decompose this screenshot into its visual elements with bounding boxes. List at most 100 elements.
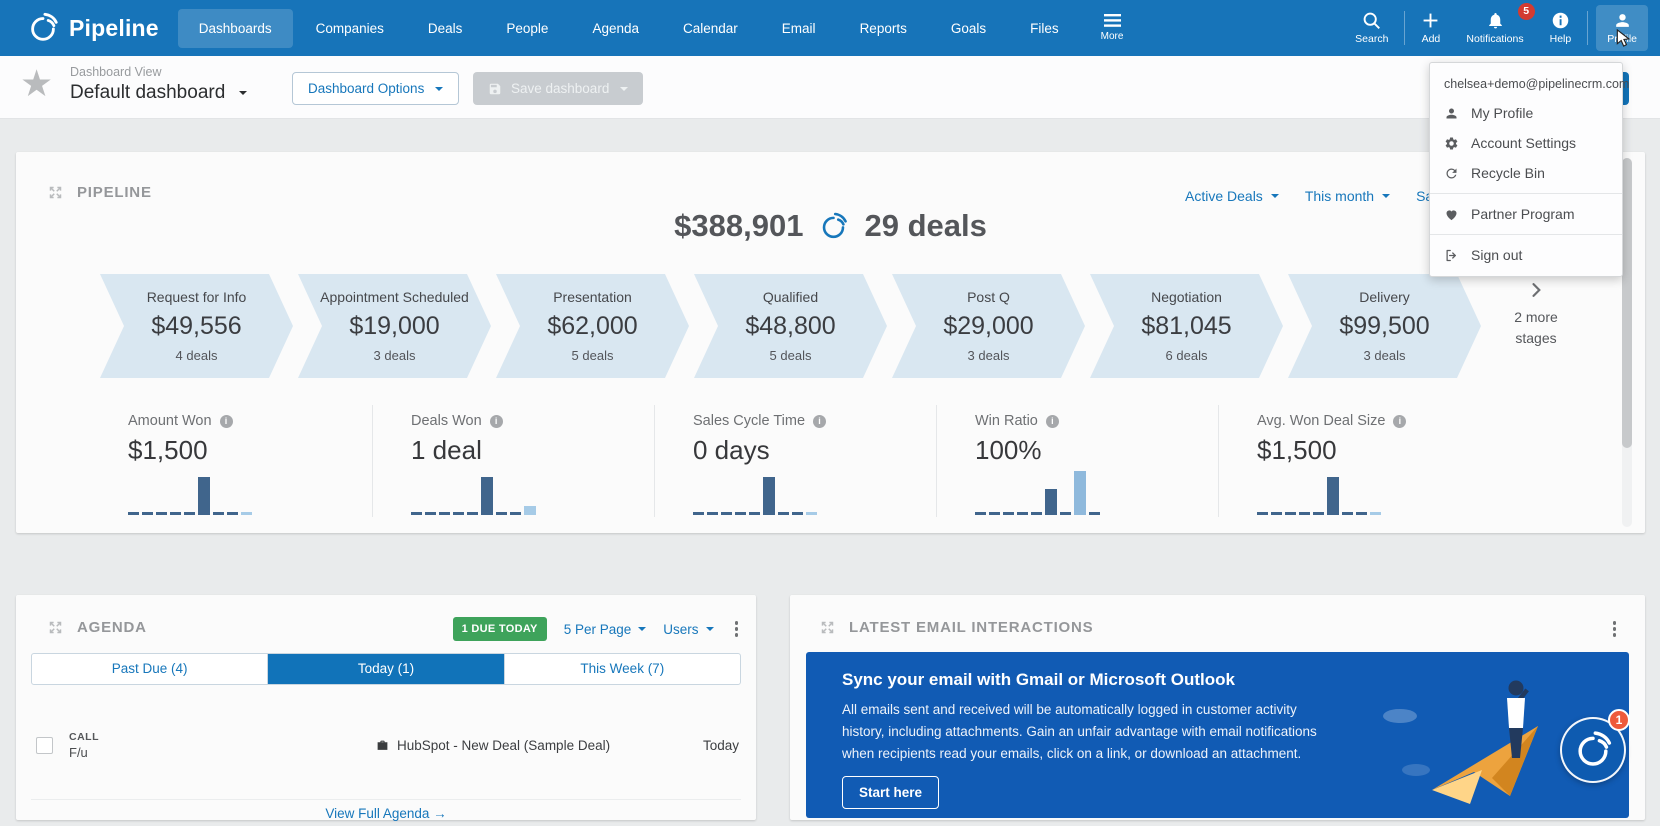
add-button[interactable]: Add xyxy=(1408,11,1453,45)
pipeline-logo-icon xyxy=(26,11,60,45)
info-icon[interactable]: i xyxy=(220,415,233,428)
email-interactions-widget: LATEST EMAIL INTERACTIONS Sync your emai… xyxy=(790,595,1645,820)
drag-move-icon[interactable] xyxy=(48,620,63,635)
top-nav: Pipeline Dashboards Companies Deals Peop… xyxy=(0,0,1660,56)
users-filter[interactable]: Users xyxy=(663,622,713,637)
divider xyxy=(1430,193,1622,194)
kebab-menu-icon[interactable] xyxy=(731,619,743,639)
metric-sparkline xyxy=(128,469,252,515)
nav-item-files[interactable]: Files xyxy=(1009,9,1080,48)
task-checkbox[interactable] xyxy=(36,737,53,754)
funnel-stage[interactable]: Request for Info $49,556 4 deals xyxy=(100,274,293,378)
pipeline-total-deals: 29 deals xyxy=(864,208,986,244)
task-deal-link[interactable]: HubSpot - New Deal (Sample Deal) xyxy=(376,738,610,753)
funnel-stage[interactable]: Appointment Scheduled $19,000 3 deals xyxy=(298,274,491,378)
menu-item-partner-program[interactable]: Partner Program xyxy=(1430,199,1622,229)
info-icon[interactable]: i xyxy=(1046,415,1059,428)
per-page-selector[interactable]: 5 Per Page xyxy=(564,622,647,637)
favorite-star-icon[interactable]: ★ xyxy=(20,62,53,105)
filter-deal-status[interactable]: Active Deals xyxy=(1185,188,1279,204)
funnel-stage[interactable]: Delivery $99,500 3 deals xyxy=(1288,274,1481,378)
mouse-cursor xyxy=(1614,29,1633,48)
drag-move-icon[interactable] xyxy=(48,185,63,200)
dashboard-view-selector[interactable]: Default dashboard xyxy=(70,82,247,104)
save-dashboard-button[interactable]: Save dashboard xyxy=(473,72,643,105)
info-icon xyxy=(1551,11,1570,30)
search-icon xyxy=(1362,11,1381,30)
tab-today[interactable]: Today (1) xyxy=(267,654,503,684)
dashboard-view-label: Dashboard View xyxy=(70,65,247,79)
chevron-down-icon xyxy=(435,87,443,95)
menu-item-sign-out[interactable]: Sign out xyxy=(1430,240,1622,270)
chevron-down-icon xyxy=(620,87,628,95)
nav-item-calendar[interactable]: Calendar xyxy=(662,9,759,48)
info-icon[interactable]: i xyxy=(813,415,826,428)
funnel-stage[interactable]: Post Q $29,000 3 deals xyxy=(892,274,1085,378)
heart-icon xyxy=(1444,207,1459,222)
profile-button[interactable]: Profile xyxy=(1596,5,1648,51)
filter-period[interactable]: This month xyxy=(1305,188,1390,204)
nav-more-button[interactable]: More xyxy=(1101,14,1124,42)
gear-icon xyxy=(1444,136,1459,151)
person-icon xyxy=(1613,11,1632,30)
metric-sparkline xyxy=(975,469,1100,515)
agenda-title: AGENDA xyxy=(77,619,147,636)
brand-name: Pipeline xyxy=(69,15,159,42)
metric-sparkline xyxy=(411,469,536,515)
panel-scrollbar xyxy=(1622,158,1632,527)
info-icon[interactable]: i xyxy=(490,415,503,428)
brand[interactable]: Pipeline xyxy=(0,11,159,45)
nav-item-people[interactable]: People xyxy=(485,9,569,48)
nav-item-deals[interactable]: Deals xyxy=(407,9,484,48)
nav-tools: Search Add Notifications 5 Help Profile xyxy=(1342,5,1660,51)
tab-this-week[interactable]: This Week (7) xyxy=(504,654,740,684)
more-stages-button[interactable]: 2 more stages xyxy=(1494,280,1578,348)
drag-move-icon[interactable] xyxy=(820,620,835,635)
nav-item-dashboards[interactable]: Dashboards xyxy=(178,9,293,48)
dashboard-options-button[interactable]: Dashboard Options xyxy=(292,72,459,105)
menu-item-account-settings[interactable]: Account Settings xyxy=(1430,128,1622,158)
view-full-agenda-link[interactable]: View Full Agenda → xyxy=(325,806,446,821)
email-sync-banner: Sync your email with Gmail or Microsoft … xyxy=(806,652,1629,818)
metric-amount-won: Amount Woni $1,500 xyxy=(90,405,372,517)
tab-past-due[interactable]: Past Due (4) xyxy=(32,654,267,684)
metric-sparkline xyxy=(693,469,817,515)
account-email: chelsea+demo@pipelinecrm.com xyxy=(1430,68,1622,98)
nav-divider xyxy=(1404,11,1405,45)
nav-item-agenda[interactable]: Agenda xyxy=(571,9,660,48)
divider xyxy=(1430,234,1622,235)
main-nav-items: Dashboards Companies Deals People Agenda… xyxy=(177,9,1081,48)
funnel-stage[interactable]: Negotiation $81,045 6 deals xyxy=(1090,274,1283,378)
metric-deals-won: Deals Woni 1 deal xyxy=(372,405,654,517)
banner-title: Sync your email with Gmail or Microsoft … xyxy=(842,670,1235,690)
notifications-button[interactable]: Notifications 5 xyxy=(1453,11,1536,45)
nav-item-goals[interactable]: Goals xyxy=(930,9,1007,48)
person-icon xyxy=(1444,106,1459,121)
sign-out-icon xyxy=(1444,248,1459,263)
pipeline-spiral-icon xyxy=(1572,729,1614,771)
start-here-button[interactable]: Start here xyxy=(842,776,939,809)
nav-item-reports[interactable]: Reports xyxy=(839,9,928,48)
pipeline-title: PIPELINE xyxy=(77,184,152,201)
menu-item-recycle-bin[interactable]: Recycle Bin xyxy=(1430,158,1622,188)
help-button[interactable]: Help xyxy=(1537,11,1585,45)
info-icon[interactable]: i xyxy=(1393,415,1406,428)
scrollbar-thumb[interactable] xyxy=(1622,158,1632,448)
nav-divider xyxy=(1587,11,1588,45)
menu-item-my-profile[interactable]: My Profile xyxy=(1430,98,1622,128)
nav-more-label: More xyxy=(1101,31,1124,42)
banner-body: All emails sent and received will be aut… xyxy=(842,699,1320,765)
metric-sparkline xyxy=(1257,469,1381,515)
hamburger-icon xyxy=(1104,14,1121,27)
chevron-down-icon xyxy=(706,627,714,635)
pipeline-total: $388,901 29 deals xyxy=(16,208,1645,244)
dashboard-view-block: Dashboard View Default dashboard xyxy=(70,65,247,104)
funnel-stage[interactable]: Qualified $48,800 5 deals xyxy=(694,274,887,378)
pipeline-spiral-icon xyxy=(818,211,849,242)
nav-item-companies[interactable]: Companies xyxy=(295,9,405,48)
due-today-badge: 1 DUE TODAY xyxy=(453,617,547,641)
nav-item-email[interactable]: Email xyxy=(761,9,837,48)
kebab-menu-icon[interactable] xyxy=(1609,619,1621,639)
funnel-stage[interactable]: Presentation $62,000 5 deals xyxy=(496,274,689,378)
search-button[interactable]: Search xyxy=(1342,11,1401,45)
